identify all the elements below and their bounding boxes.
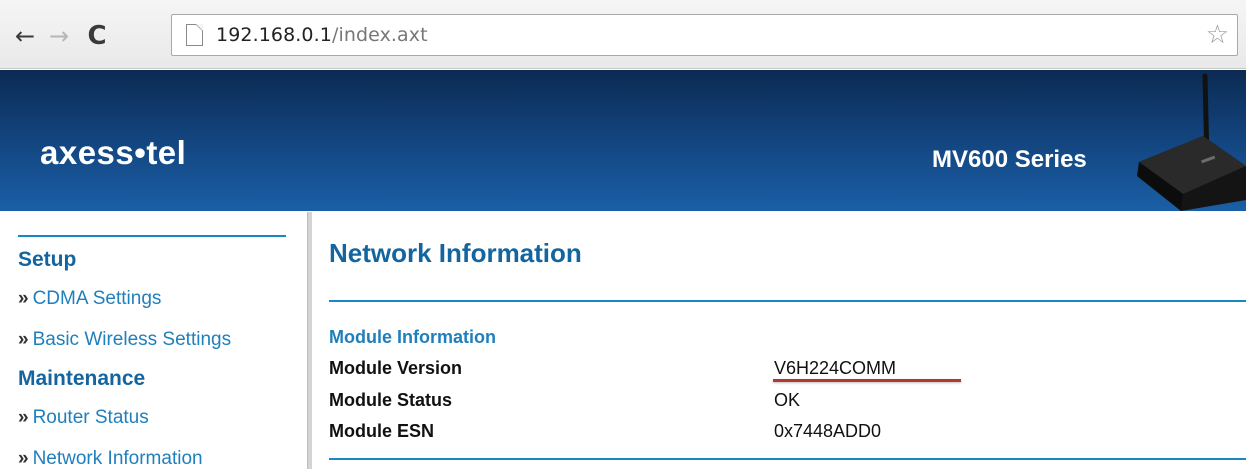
page-title: Network Information — [329, 238, 582, 268]
sidebar-item-router-status[interactable]: » Router Status — [18, 407, 149, 429]
main-content: Network Information Module Information M… — [312, 212, 1246, 469]
sidebar-item-basic-wireless-settings[interactable]: » Basic Wireless Settings — [18, 329, 231, 351]
module-esn-value: 0x7448ADD0 — [774, 421, 882, 441]
url-text[interactable]: 192.168.0.1/index.axt — [216, 24, 428, 46]
title-rule — [329, 300, 1246, 302]
section-title: Module Information — [329, 327, 496, 347]
sidebar-top-rule — [18, 235, 286, 237]
module-status-value: OK — [774, 390, 801, 410]
url-path: /index.axt — [331, 24, 428, 46]
bookmark-star-icon[interactable]: ☆ — [1206, 20, 1229, 50]
module-version-label: Module Version — [329, 358, 463, 378]
module-status-label: Module Status — [329, 390, 453, 410]
sidebar-item-cdma-settings[interactable]: » CDMA Settings — [18, 288, 161, 310]
product-series: MV600 Series — [932, 146, 1087, 173]
sidebar-item-label: CDMA Settings — [32, 288, 162, 309]
sidebar-nav: Setup » CDMA Settings » Basic Wireless Set… — [0, 212, 300, 469]
forward-arrow-icon[interactable]: → — [44, 20, 74, 52]
bullet-icon: » — [18, 329, 29, 350]
page-icon — [186, 24, 203, 46]
url-host: 192.168.0.1 — [216, 24, 332, 46]
sidebar-item-network-information[interactable]: » Network Information — [18, 448, 203, 469]
router-icon — [1137, 73, 1246, 211]
annotation-underline — [773, 379, 961, 382]
bullet-icon: » — [18, 288, 29, 309]
bullet-icon: » — [18, 407, 29, 428]
browser-toolbar: ← → C 192.168.0.1/index.axt ☆ — [0, 0, 1246, 69]
brand-logo: axess•tel — [40, 134, 187, 171]
reload-icon[interactable]: C — [82, 20, 112, 52]
sidebar-heading-setup: Setup — [18, 248, 77, 271]
sidebar-heading-maintenance: Maintenance — [18, 367, 146, 390]
module-version-value: V6H224COMM — [774, 358, 897, 378]
sidebar-item-label: Router Status — [32, 407, 149, 428]
module-esn-label: Module ESN — [329, 421, 435, 441]
sidebar-item-label: Basic Wireless Settings — [32, 329, 232, 350]
back-arrow-icon[interactable]: ← — [10, 20, 40, 52]
bullet-icon: » — [18, 448, 29, 469]
section-bottom-rule — [329, 458, 1246, 460]
header-banner: axess•tel MV600 Series — [0, 70, 1246, 211]
address-bar[interactable]: 192.168.0.1/index.axt ☆ — [171, 14, 1238, 56]
sidebar-item-label: Network Information — [32, 448, 203, 469]
